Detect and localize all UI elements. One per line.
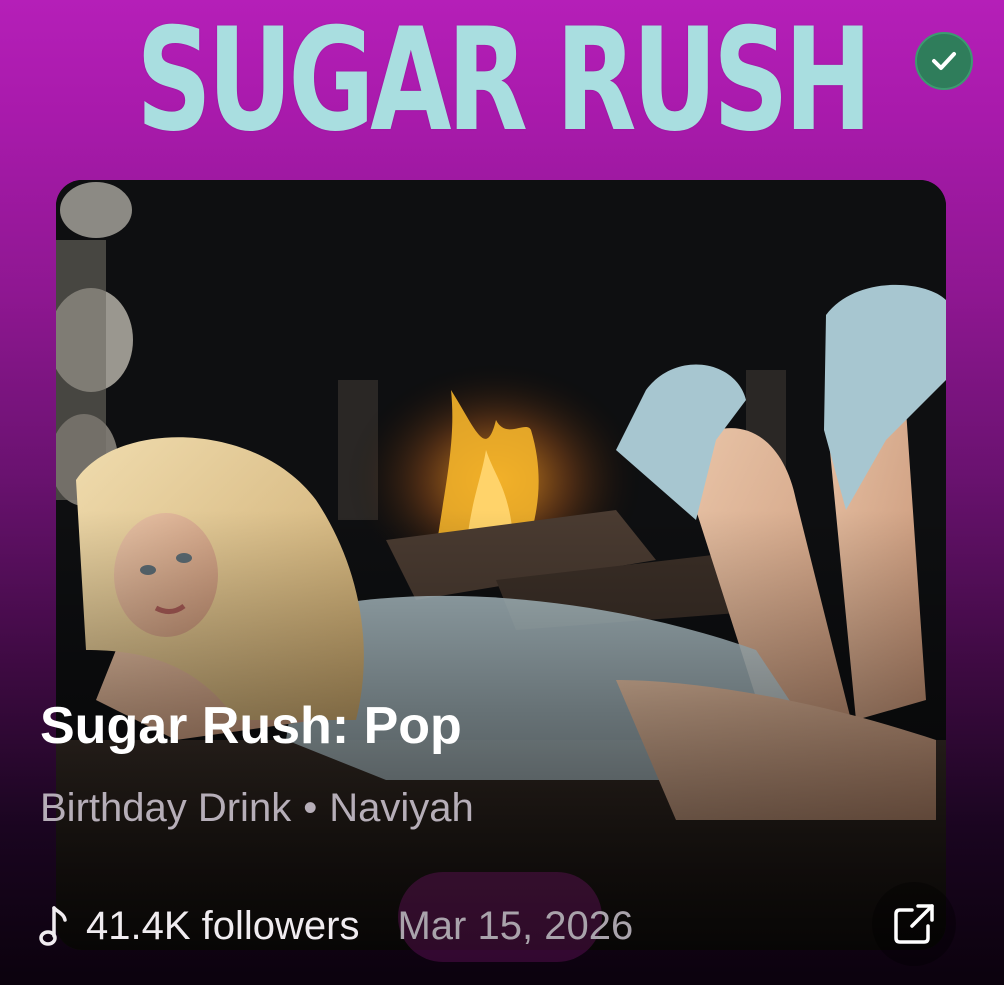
curator-name[interactable]: Birthday Drink — [40, 786, 291, 830]
playlist-subtitle: Birthday Drink • Naviyah — [40, 786, 474, 831]
playlist-title: Sugar Rush: Pop — [40, 697, 462, 755]
open-external-button[interactable] — [872, 882, 956, 966]
owner-name[interactable]: Naviyah — [329, 786, 474, 830]
checkmark-icon — [932, 52, 956, 70]
cover-title: SUGAR RUSH — [136, 0, 872, 163]
stats-row: 41.4K followers Mar 15, 2026 — [38, 900, 633, 952]
separator: • — [303, 786, 318, 830]
release-date: Mar 15, 2026 — [397, 903, 634, 948]
external-link-icon — [894, 904, 934, 944]
verified-badge — [915, 32, 973, 90]
followers-count: 41.4K followers — [86, 903, 360, 948]
playlist-card[interactable]: SUGAR RUSH Sugar Rush: Pop Birthday Drin… — [0, 0, 1004, 985]
cover-photo — [56, 180, 946, 950]
music-note-icon — [39, 906, 67, 946]
